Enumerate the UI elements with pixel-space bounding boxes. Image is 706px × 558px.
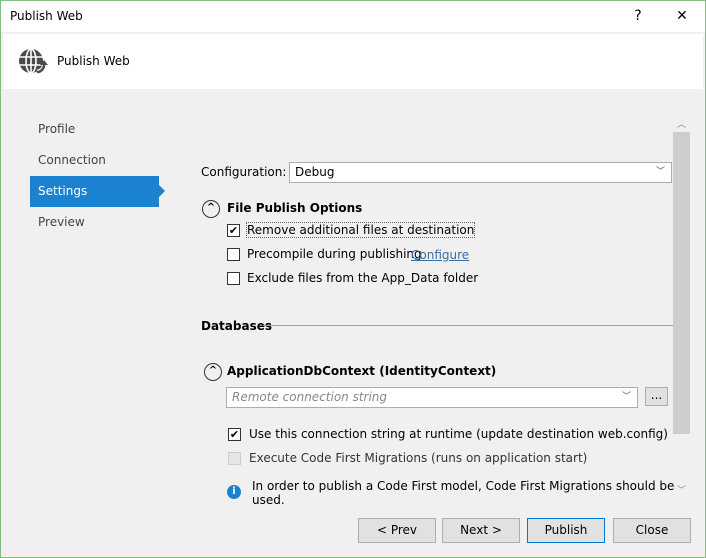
nav-item-settings[interactable]: Settings [30,176,165,207]
nav-item-preview[interactable]: Preview [30,207,170,238]
globe-publish-icon [19,48,48,75]
file-publish-options-header: File Publish Options [227,201,363,215]
vertical-scrollbar[interactable]: ︿ ﹀ [673,115,690,505]
collapse-file-options-icon[interactable]: ^ [202,200,220,218]
wizard-nav: Profile Connection Settings Preview [30,114,170,238]
info-icon: i [227,485,241,499]
publish-web-dialog: Publish Web ? ✕ Publish Web Profile Conn… [0,0,706,558]
connection-string-placeholder: Remote connection string [232,390,388,404]
help-button[interactable]: ? [623,5,653,27]
scrollbar-thumb[interactable] [673,132,690,434]
use-connection-string-checkbox[interactable]: ✔ [228,428,241,441]
use-connection-string-label[interactable]: Use this connection string at runtime (u… [249,427,668,441]
db-context-title: ApplicationDbContext (IdentityContext) [227,364,497,378]
remove-files-label[interactable]: Remove additional files at destination [245,222,476,238]
configuration-select[interactable]: Debug ﹀ [289,162,672,183]
code-first-migrations-label[interactable]: Execute Code First Migrations (runs on a… [249,451,587,465]
configuration-label: Configuration: [201,165,287,179]
header: Publish Web [3,34,703,89]
configure-link[interactable]: Configure [411,248,469,262]
next-button[interactable]: Next > [442,518,520,543]
connection-string-combo[interactable]: Remote connection string ﹀ [226,387,638,408]
prev-button[interactable]: < Prev [358,518,436,543]
precompile-checkbox[interactable] [227,248,240,261]
publish-button[interactable]: Publish [527,518,605,543]
code-first-migrations-checkbox[interactable] [228,452,241,465]
nav-item-profile[interactable]: Profile [30,114,170,145]
chevron-down-icon: ﹀ [621,392,631,402]
remove-files-checkbox[interactable]: ✔ [227,224,240,237]
header-title: Publish Web [57,54,130,68]
window-title: Publish Web [10,9,83,23]
exclude-app-data-checkbox[interactable] [227,272,240,285]
info-text: In order to publish a Code First model, … [252,479,675,507]
scroll-up-icon[interactable]: ︿ [677,117,686,130]
close-window-button[interactable]: ✕ [667,5,697,27]
precompile-label[interactable]: Precompile during publishing [247,247,422,261]
scroll-down-icon[interactable]: ﹀ [677,483,686,496]
exclude-app-data-label[interactable]: Exclude files from the App_Data folder [247,271,478,285]
configuration-value: Debug [295,165,335,179]
browse-button[interactable]: ... [645,387,668,406]
title-bar: Publish Web ? ✕ [1,1,705,32]
close-button[interactable]: Close [613,518,691,543]
databases-header: Databases [201,319,273,333]
divider [263,325,673,326]
nav-item-connection[interactable]: Connection [30,145,170,176]
chevron-down-icon: ﹀ [655,167,665,177]
collapse-db-context-icon[interactable]: ^ [204,363,222,381]
